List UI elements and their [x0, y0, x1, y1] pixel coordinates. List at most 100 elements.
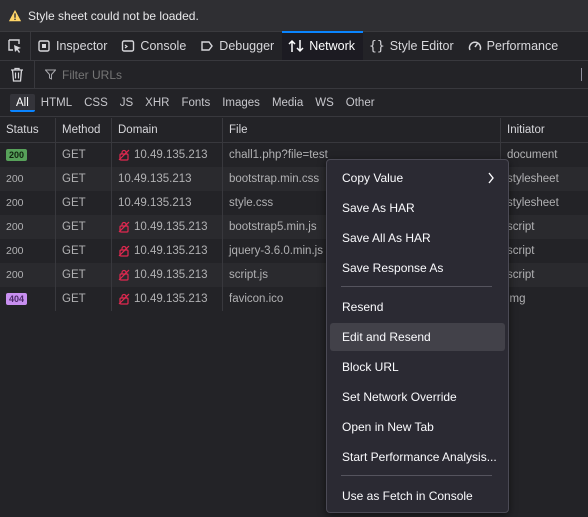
network-icon [288, 39, 304, 53]
menu-item-open-in-new-tab[interactable]: Open in New Tab [330, 413, 505, 441]
tab-label: Performance [486, 39, 559, 53]
column-header-method[interactable]: Method [56, 118, 112, 142]
domain-cell: 10.49.135.213 [112, 191, 223, 215]
status-cell: 200 [0, 167, 56, 191]
menu-item-start-performance-analysis[interactable]: Start Performance Analysis... [330, 443, 505, 471]
menu-item-edit-and-resend[interactable]: Edit and Resend [330, 323, 505, 351]
domain-text: 10.49.135.213 [134, 221, 208, 233]
insecure-lock-icon [118, 293, 130, 305]
initiator-cell: img [507, 293, 526, 305]
status-cell: 200 [0, 191, 56, 215]
tab-console[interactable]: Console [115, 32, 194, 60]
inspector-icon [38, 40, 50, 52]
type-filter-other[interactable]: Other [340, 94, 381, 112]
domain-cell: 10.49.135.213 [112, 287, 223, 311]
method-cell: GET [56, 167, 112, 191]
domain-text: 10.49.135.213 [118, 173, 192, 185]
domain-text: 10.49.135.213 [134, 149, 208, 161]
initiator-cell: script [507, 245, 535, 257]
column-header-file[interactable]: File [223, 118, 501, 142]
clear-button[interactable] [0, 61, 35, 88]
type-filter-html[interactable]: HTML [35, 94, 78, 112]
type-filter-images[interactable]: Images [216, 94, 266, 112]
devtools-toolbar: Inspector Console Debugger Network {} St… [0, 31, 588, 61]
domain-text: 10.49.135.213 [134, 245, 208, 257]
menu-item-save-as-har[interactable]: Save As HAR [330, 194, 505, 222]
method-cell: GET [56, 287, 112, 311]
type-filter-xhr[interactable]: XHR [139, 94, 175, 112]
tab-performance[interactable]: Performance [462, 32, 567, 60]
tab-inspector[interactable]: Inspector [31, 32, 115, 60]
insecure-lock-icon [118, 221, 130, 233]
method-cell: GET [56, 143, 112, 167]
insecure-lock-icon [118, 149, 130, 161]
domain-cell: 10.49.135.213 [112, 215, 223, 239]
console-icon [122, 40, 135, 52]
menu-item-set-network-override[interactable]: Set Network Override [330, 383, 505, 411]
tab-network[interactable]: Network [282, 31, 364, 60]
menu-item-save-response-as[interactable]: Save Response As [330, 254, 505, 282]
status-cell: 404 [0, 287, 56, 311]
tab-debugger[interactable]: Debugger [194, 32, 282, 60]
chevron-right-icon [488, 172, 494, 184]
network-filter-bar [0, 61, 588, 89]
filter-icon [45, 69, 56, 80]
insecure-lock-icon [118, 269, 130, 281]
method-cell: GET [56, 215, 112, 239]
column-header-status[interactable]: Status [0, 118, 56, 142]
menu-item-copy-value[interactable]: Copy Value [330, 164, 505, 192]
tab-label: Inspector [56, 39, 108, 53]
type-filter-all[interactable]: All [10, 93, 35, 112]
warning-icon [8, 9, 22, 21]
tab-label: Console [140, 39, 187, 53]
status-cell: 200 [0, 215, 56, 239]
column-header-initiator[interactable]: Initiator [501, 118, 588, 142]
method-cell: GET [56, 263, 112, 287]
initiator-cell: document [507, 149, 558, 161]
picker-icon [8, 39, 21, 53]
initiator-cell: script [507, 221, 535, 233]
type-filter-fonts[interactable]: Fonts [175, 94, 216, 112]
domain-text: 10.49.135.213 [134, 293, 208, 305]
stylesheet-warning-bar: Style sheet could not be loaded. [0, 0, 588, 32]
initiator-cell: stylesheet [507, 197, 559, 209]
tab-style-editor[interactable]: {} Style Editor [363, 32, 462, 60]
context-menu: Copy Value Save As HAR Save All As HAR S… [326, 159, 509, 513]
tab-label: Network [309, 39, 356, 53]
type-filter-js[interactable]: JS [114, 94, 139, 112]
type-filter-media[interactable]: Media [266, 94, 309, 112]
request-type-filters: All HTML CSS JS XHR Fonts Images Media W… [0, 89, 588, 117]
domain-cell: 10.49.135.213 [112, 143, 223, 167]
column-header-domain[interactable]: Domain [112, 118, 223, 142]
style-editor-icon: {} [369, 38, 385, 54]
domain-text: 10.49.135.213 [134, 269, 208, 281]
type-filter-ws[interactable]: WS [309, 94, 340, 112]
menu-separator [341, 286, 492, 287]
filter-urls-input[interactable] [60, 66, 264, 83]
type-filter-css[interactable]: CSS [78, 94, 114, 112]
domain-text: 10.49.135.213 [118, 197, 192, 209]
status-badge: 200 [6, 173, 24, 185]
status-badge: 404 [6, 293, 28, 305]
performance-icon [468, 41, 481, 51]
divider [581, 68, 582, 81]
method-cell: GET [56, 239, 112, 263]
status-cell: 200 [0, 263, 56, 287]
status-badge: 200 [6, 221, 24, 233]
menu-item-resend[interactable]: Resend [330, 293, 505, 321]
tab-label: Debugger [219, 39, 275, 53]
status-cell: 200 [0, 239, 56, 263]
initiator-cell: script [507, 269, 535, 281]
menu-item-label: Copy Value [342, 171, 404, 185]
menu-item-save-all-as-har[interactable]: Save All As HAR [330, 224, 505, 252]
domain-cell: 10.49.135.213 [112, 263, 223, 287]
tab-label: Style Editor [389, 39, 454, 53]
initiator-cell: stylesheet [507, 173, 559, 185]
insecure-lock-icon [118, 245, 130, 257]
method-cell: GET [56, 191, 112, 215]
status-cell: 200 [0, 143, 56, 167]
menu-item-block-url[interactable]: Block URL [330, 353, 505, 381]
element-picker-button[interactable] [0, 32, 31, 60]
menu-item-use-as-fetch[interactable]: Use as Fetch in Console [330, 482, 505, 510]
status-badge: 200 [6, 197, 24, 209]
